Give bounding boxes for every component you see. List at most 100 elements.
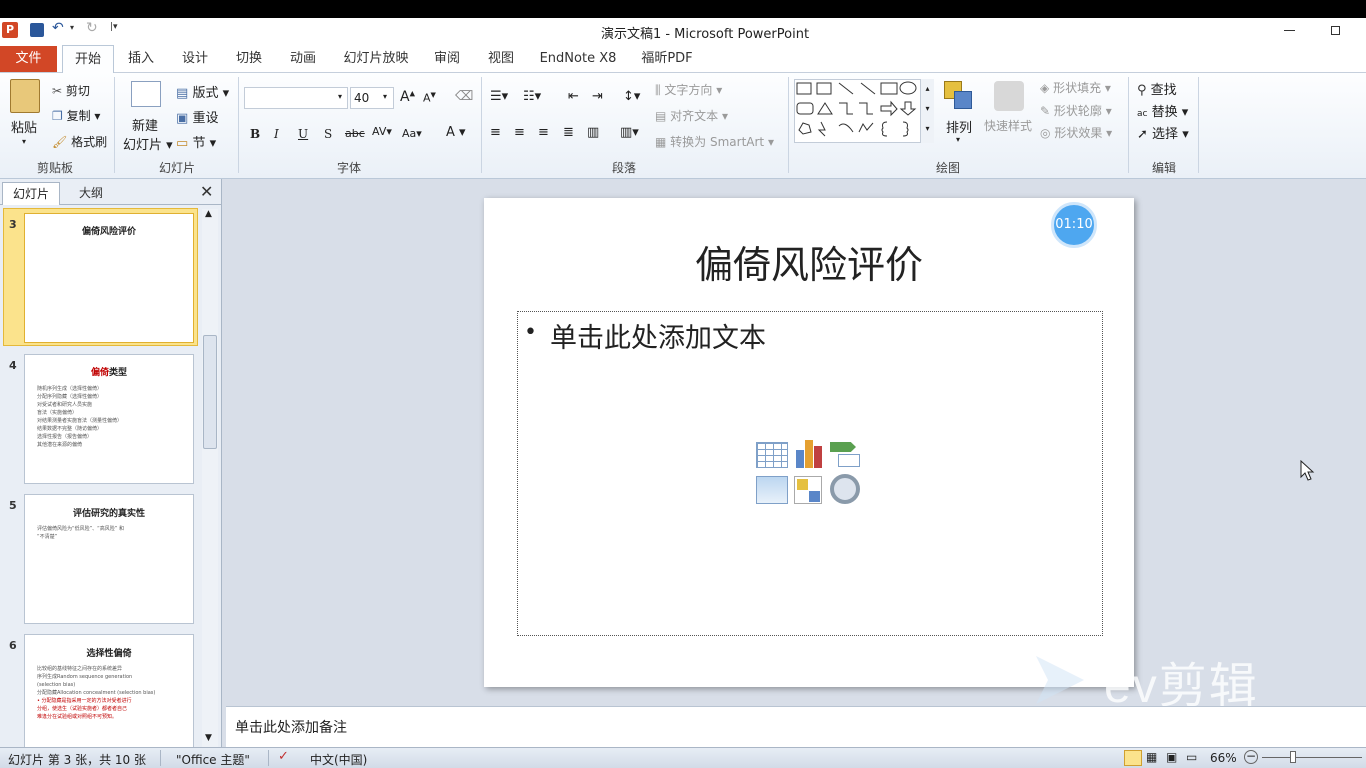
italic-icon[interactable]: I — [274, 127, 279, 141]
shapes-gallery-scroll[interactable]: ▴ ▾ ▾ — [920, 79, 934, 143]
scroll-up-icon[interactable]: ▲ — [205, 209, 212, 219]
decrease-indent-icon[interactable]: ⇤ — [568, 89, 579, 104]
zoom-slider[interactable] — [1262, 757, 1362, 758]
slide-thumbnail-3[interactable]: 偏倚风险评价 — [24, 213, 194, 343]
arrange-icon[interactable] — [944, 81, 974, 111]
strikethrough-icon[interactable]: abc — [345, 127, 365, 140]
columns-icon[interactable]: ▥▾ — [620, 125, 639, 140]
bullets-icon[interactable]: ☰▾ — [490, 89, 508, 104]
slide-thumbnail-5[interactable]: 评估研究的真实性 评估偏倚风险为“低风险”、“高风险” 和 “不清楚” — [24, 494, 194, 624]
tab-review[interactable]: 审阅 — [424, 45, 470, 73]
insert-smartart-icon[interactable] — [830, 442, 862, 468]
grow-font-icon[interactable]: A▲ — [400, 89, 415, 105]
content-placeholder[interactable]: • 单击此处添加文本 — [517, 311, 1103, 636]
justify-icon[interactable]: ≣ — [563, 125, 574, 140]
paste-icon[interactable] — [10, 79, 40, 113]
thumb-number: 6 — [9, 639, 17, 652]
text-direction-button[interactable]: ⫼ 文字方向 ▾ — [655, 81, 722, 98]
find-button[interactable]: ⚲ 查找 — [1137, 79, 1177, 98]
clear-format-icon[interactable]: ⌫ — [455, 89, 473, 104]
shapes-gallery[interactable] — [794, 79, 934, 143]
underline-icon[interactable]: U — [298, 127, 308, 141]
slide-sorter-icon[interactable]: ▦ — [1146, 750, 1157, 764]
reading-view-icon[interactable]: ▣ — [1166, 750, 1177, 764]
tab-slides[interactable]: 幻灯片 — [2, 182, 60, 205]
shape-outline-button[interactable]: ✎ 形状轮廓 ▾ — [1040, 102, 1112, 119]
convert-smartart-button[interactable]: ▦ 转换为 SmartArt ▾ — [655, 133, 774, 150]
restore-button[interactable] — [1331, 26, 1340, 35]
line-spacing-icon[interactable]: ↕▾ — [623, 89, 640, 104]
font-name-input[interactable] — [244, 87, 348, 109]
insert-table-icon[interactable] — [756, 442, 788, 468]
select-button[interactable]: ➚ 选择 ▾ — [1137, 123, 1189, 142]
spell-check-icon[interactable]: ✓ — [278, 749, 289, 764]
tab-animations[interactable]: 动画 — [280, 45, 326, 73]
format-painter-button[interactable]: 🖌 格式刷 — [52, 133, 107, 150]
section-button[interactable]: ▭ 节 ▾ — [176, 132, 216, 151]
tab-slideshow[interactable]: 幻灯片放映 — [336, 45, 416, 73]
tab-home[interactable]: 开始 — [62, 45, 114, 73]
scroll-down-icon[interactable]: ▼ — [205, 733, 212, 743]
slide-canvas[interactable]: 偏倚风险评价 • 单击此处添加文本 01:10 — [484, 198, 1134, 687]
paste-button[interactable]: 粘贴 — [11, 117, 37, 136]
increase-indent-icon[interactable]: ⇥ — [592, 89, 603, 104]
insert-media-icon[interactable] — [830, 474, 860, 504]
arrange-dropdown-icon[interactable]: ▾ — [956, 135, 960, 144]
scroll-thumb[interactable] — [203, 335, 217, 449]
minimize-button[interactable] — [1284, 30, 1295, 31]
paste-dropdown-icon[interactable]: ▾ — [22, 137, 26, 146]
new-slide-button[interactable]: 新建 — [132, 115, 158, 134]
insert-picture-icon[interactable] — [756, 476, 788, 504]
shadow-icon[interactable]: S — [324, 127, 332, 141]
slide-thumbnail-6[interactable]: 选择性偏倚 比较组的基线特征之间存在的系统差异 序列生成Random seque… — [24, 634, 194, 747]
numbering-icon[interactable]: ☷▾ — [523, 89, 541, 104]
tab-view[interactable]: 视图 — [478, 45, 524, 73]
bold-icon[interactable]: B — [250, 127, 260, 141]
normal-view-icon[interactable] — [1124, 750, 1142, 766]
close-panel-icon[interactable]: ✕ — [200, 182, 213, 201]
reset-button[interactable]: ▣ 重设 — [176, 107, 218, 126]
replace-button[interactable]: ac 替换 ▾ — [1137, 101, 1188, 120]
new-slide-icon[interactable] — [131, 81, 161, 107]
layout-button[interactable]: ▤ 版式 ▾ — [176, 82, 229, 101]
align-center-icon[interactable]: ≡ — [514, 125, 525, 140]
thumb-line-red: 分组，使选生（试验实施者）都者者自己 — [37, 706, 128, 712]
zoom-slider-thumb[interactable] — [1290, 751, 1296, 763]
arrange-button[interactable]: 排列 — [946, 117, 972, 136]
shrink-font-icon[interactable]: A▼ — [423, 91, 436, 105]
notes-pane[interactable]: 单击此处添加备注 — [226, 706, 1366, 747]
slide-title[interactable]: 偏倚风险评价 — [484, 234, 1134, 289]
copy-button[interactable]: ❐ 复制 ▾ — [52, 107, 100, 124]
quick-styles-icon[interactable] — [994, 81, 1024, 111]
tab-insert[interactable]: 插入 — [118, 45, 164, 73]
font-color-icon[interactable]: A ▾ — [446, 125, 466, 140]
distributed-icon[interactable]: ▥ — [587, 125, 599, 140]
font-name-dropdown-icon[interactable]: ▾ — [338, 92, 342, 101]
tab-transitions[interactable]: 切换 — [226, 45, 272, 73]
tab-file[interactable]: 文件 — [0, 46, 57, 72]
tab-foxit-pdf[interactable]: 福昕PDF — [632, 45, 702, 73]
tab-endnote[interactable]: EndNote X8 — [532, 45, 624, 73]
shape-effects-button[interactable]: ◎ 形状效果 ▾ — [1040, 124, 1112, 141]
insert-clipart-icon[interactable] — [794, 476, 822, 504]
new-slide-dropdown[interactable]: 幻灯片 ▾ — [123, 134, 173, 153]
cut-button[interactable]: ✂ 剪切 — [52, 82, 90, 99]
slideshow-view-icon[interactable]: ▭ — [1186, 750, 1197, 764]
tab-outline[interactable]: 大纲 — [62, 182, 120, 204]
slide-thumbnail-4[interactable]: 偏倚类型 随机序列生成（选择性偏倚） 分配序列隐藏（选择性偏倚） 对受试者和研究… — [24, 354, 194, 484]
align-text-button[interactable]: ▤ 对齐文本 ▾ — [655, 107, 728, 124]
panel-scrollbar[interactable]: ▲ ▼ — [202, 209, 218, 747]
font-size-dropdown-icon[interactable]: ▾ — [383, 92, 387, 101]
align-right-icon[interactable]: ≡ — [538, 125, 549, 140]
tab-design[interactable]: 设计 — [172, 45, 218, 73]
theme-name[interactable]: "Office 主题" — [176, 751, 250, 768]
align-left-icon[interactable]: ≡ — [490, 125, 501, 140]
change-case-icon[interactable]: Aa▾ — [402, 127, 422, 140]
zoom-level[interactable]: 66% — [1210, 751, 1237, 765]
zoom-out-icon[interactable]: − — [1244, 750, 1258, 764]
insert-chart-icon[interactable] — [794, 440, 826, 468]
language-indicator[interactable]: 中文(中国) — [310, 751, 367, 768]
char-spacing-icon[interactable]: AV▾ — [372, 125, 392, 138]
quick-styles-button[interactable]: 快速样式 — [984, 117, 1032, 134]
shape-fill-button[interactable]: ◈ 形状填充 ▾ — [1040, 79, 1111, 96]
